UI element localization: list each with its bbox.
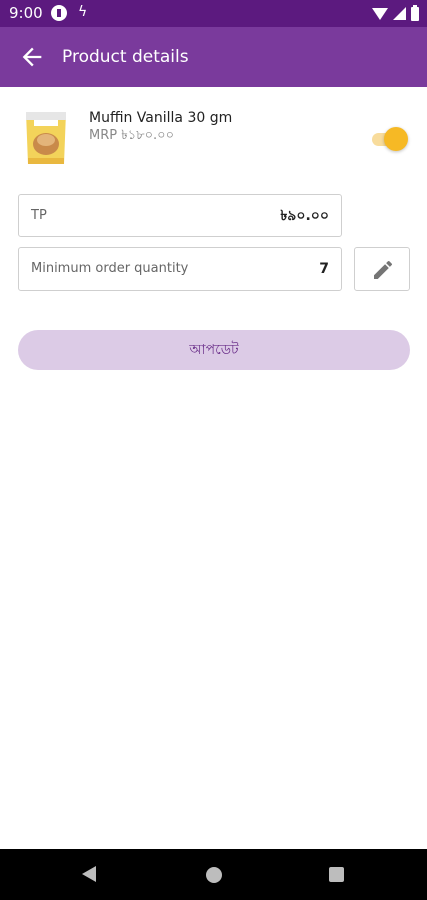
product-active-toggle[interactable] — [370, 126, 408, 152]
min-order-quantity-field[interactable]: Minimum order quantity 7 — [18, 247, 342, 291]
wifi-icon — [372, 7, 388, 20]
toggle-thumb — [384, 127, 408, 151]
app-notification-icon — [51, 5, 67, 21]
navigation-bar — [0, 849, 427, 900]
update-button-label: আপডেট — [189, 342, 239, 358]
page-title: Product details — [62, 47, 189, 67]
min-order-quantity-label: Minimum order quantity — [31, 261, 189, 276]
tp-field[interactable]: TP ৳৯০.০০ — [18, 194, 342, 237]
signal-icon — [393, 7, 406, 20]
battery-icon — [411, 4, 419, 21]
status-indicators — [372, 4, 419, 22]
tp-value: ৳৯০.০০ — [280, 208, 329, 224]
bolt-icon: ϟ — [78, 4, 88, 20]
status-bar: 9:00 ϟ — [0, 0, 427, 27]
min-order-quantity-value: 7 — [319, 261, 329, 277]
nav-back-icon[interactable] — [82, 866, 96, 882]
product-name: Muffin Vanilla 30 gm — [89, 110, 233, 126]
nav-recents-icon[interactable] — [329, 867, 344, 882]
pencil-icon — [374, 260, 393, 279]
tp-label: TP — [31, 208, 47, 223]
product-pack-icon — [26, 112, 66, 164]
update-button[interactable]: আপডেট — [18, 330, 410, 370]
status-time: 9:00 — [9, 4, 43, 22]
product-mrp: MRP ৳১৮০.০০ — [89, 128, 175, 143]
nav-home-icon[interactable] — [206, 867, 222, 883]
product-thumbnail — [20, 108, 72, 168]
arrow-back-icon[interactable] — [18, 43, 46, 71]
app-bar: Product details — [0, 27, 427, 87]
edit-button[interactable] — [354, 247, 410, 291]
